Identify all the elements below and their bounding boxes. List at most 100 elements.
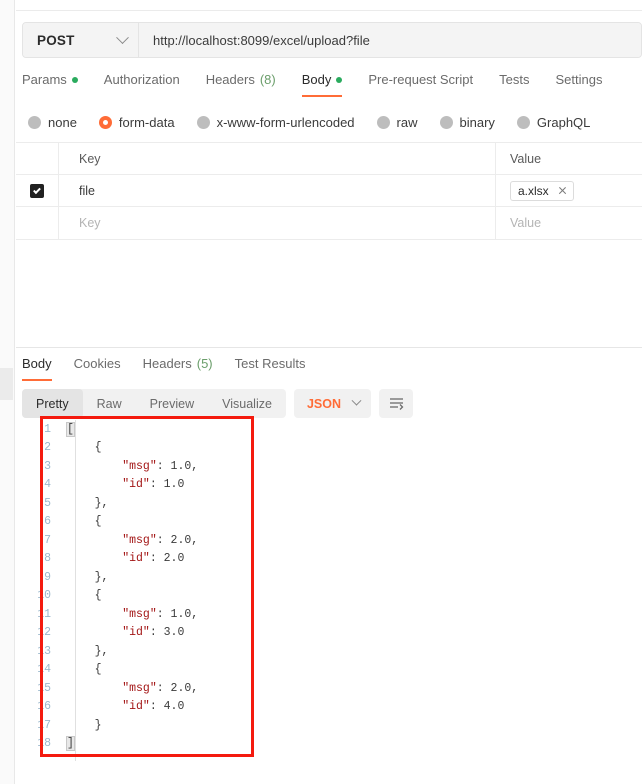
close-icon[interactable] (558, 186, 567, 195)
line-number: 3 (44, 459, 51, 473)
header-value-cell: Value (510, 151, 542, 166)
row-value-input[interactable]: Value (496, 207, 642, 239)
request-tab-pre-request-script[interactable]: Pre-request Script (368, 70, 473, 97)
code-line: 17 } (16, 716, 626, 735)
tab-label: Test Results (234, 356, 306, 371)
header-key-cell: Key (59, 143, 496, 174)
radio-knob-icon (196, 115, 210, 129)
request-tab-authorization[interactable]: Authorization (104, 70, 180, 97)
body-type-radio-form-data[interactable]: form-data (98, 114, 175, 130)
response-view-mode-preview[interactable]: Preview (136, 389, 208, 418)
row-value-placeholder: Value (510, 216, 542, 230)
radio-label: form-data (118, 114, 175, 130)
code-text: }, (67, 644, 109, 658)
code-line: 6 { (16, 513, 626, 532)
response-tab-headers[interactable]: Headers (5) (143, 354, 213, 381)
http-method-select[interactable]: POST (23, 23, 139, 57)
line-number: 8 (44, 552, 51, 566)
table-row: Key Value (16, 207, 642, 239)
body-type-radio-graphql[interactable]: GraphQL (516, 114, 591, 130)
response-tab-cookies[interactable]: Cookies (74, 354, 121, 381)
tab-modified-dot-icon (336, 76, 343, 83)
response-body-code-viewer[interactable]: 1[2 {3 "msg": 1.0, 4 "id": 1.0 5 }, 6 {7 "m… (16, 420, 626, 770)
code-line: 18] (16, 735, 626, 754)
row-value-input[interactable]: a.xlsx (496, 175, 642, 206)
code-text: "msg": 2.0, (122, 681, 199, 695)
radio-label: raw (396, 114, 418, 130)
body-type-radio-group: none form-data x-www-form-urlencoded raw bin… (28, 110, 628, 134)
code-line: 14 { (16, 661, 626, 680)
code-line: 9 }, (16, 568, 626, 587)
response-format-select[interactable]: JSON (293, 389, 371, 418)
response-view-mode-visualize[interactable]: Visualize (208, 389, 286, 418)
request-tab-tests[interactable]: Tests (499, 70, 529, 97)
body-type-radio-x-www-form-urlencoded[interactable]: x-www-form-urlencoded (196, 115, 355, 130)
line-number: 14 (37, 663, 51, 677)
tab-count: (8) (259, 72, 276, 87)
code-text: { (67, 515, 102, 529)
body-type-radio-none[interactable]: none (28, 115, 77, 130)
code-text: } (67, 718, 102, 732)
response-view-mode-group: Pretty Raw Preview Visualize (22, 389, 286, 418)
tab-label: Tests (499, 72, 530, 87)
line-number: 6 (44, 515, 51, 529)
response-tab-test-results[interactable]: Test Results (235, 354, 306, 381)
line-number: 4 (44, 478, 51, 492)
code-text: }, (67, 496, 109, 510)
tab-label: Body (301, 72, 332, 87)
response-toolbar: Pretty Raw Preview Visualize JSON (22, 389, 413, 418)
code-line: 8 "id": 2.0 (16, 550, 626, 569)
code-line: 2 { (16, 439, 626, 458)
code-line: 15 "msg": 2.0, (16, 679, 626, 698)
response-tab-body[interactable]: Body (22, 354, 52, 381)
code-line: 1[ (16, 420, 626, 439)
file-name: a.xlsx (518, 183, 549, 198)
top-divider (16, 10, 642, 11)
line-number: 11 (37, 607, 51, 621)
response-view-mode-raw[interactable]: Raw (83, 389, 136, 418)
file-chip[interactable]: a.xlsx (510, 180, 574, 201)
body-type-radio-raw[interactable]: raw (376, 114, 418, 130)
panel-splitter[interactable] (16, 347, 642, 348)
line-number: 16 (37, 700, 51, 714)
tab-label: Headers (142, 356, 192, 371)
response-format-label: JSON (306, 396, 341, 411)
tab-count: (5) (196, 356, 213, 371)
body-type-radio-binary[interactable]: binary (439, 114, 495, 130)
response-tabs: Body Cookies Headers (5) Test Results (22, 354, 642, 384)
radio-label: binary (459, 114, 495, 130)
code-text: }, (67, 570, 109, 584)
request-url-bar: POST http://localhost:8099/excel/upload?… (22, 22, 642, 58)
wrap-lines-button[interactable] (379, 389, 413, 418)
code-text: "id": 4.0 (122, 700, 185, 714)
code-line: 7 "msg": 2.0, (16, 531, 626, 550)
left-gutter-handle[interactable] (0, 368, 13, 400)
response-view-mode-pretty[interactable]: Pretty (22, 389, 83, 418)
code-line: 13 }, (16, 642, 626, 661)
line-number: 10 (37, 589, 51, 603)
radio-label: none (48, 114, 77, 130)
table-header-row: Key Value (16, 143, 642, 175)
http-method-label: POST (37, 32, 75, 48)
row-checkbox[interactable] (30, 183, 44, 198)
code-line: 5 }, (16, 494, 626, 513)
code-text: { (67, 441, 102, 455)
radio-label: GraphQL (536, 114, 591, 130)
request-tab-params[interactable]: Params (22, 70, 78, 97)
request-tab-body[interactable]: Body (301, 70, 343, 97)
line-number: 13 (37, 644, 51, 658)
request-url-input[interactable]: http://localhost:8099/excel/upload?file (139, 23, 641, 57)
line-number: 2 (44, 441, 51, 455)
radio-knob-icon (28, 115, 41, 129)
row-key-input[interactable]: file (59, 175, 496, 206)
code-line: 10 { (16, 587, 626, 606)
line-number: 9 (44, 570, 51, 584)
tab-label: Settings (555, 72, 603, 87)
row-key-input[interactable]: Key (59, 207, 496, 239)
request-tab-headers[interactable]: Headers (8) (206, 70, 276, 97)
code-line: 4 "id": 1.0 (16, 476, 626, 495)
code-text: "msg": 2.0, (122, 533, 199, 547)
line-number: 18 (37, 737, 51, 751)
request-tab-settings[interactable]: Settings (555, 70, 602, 97)
request-tabs: Params Authorization Headers (8) Body Pre-req… (22, 70, 642, 102)
